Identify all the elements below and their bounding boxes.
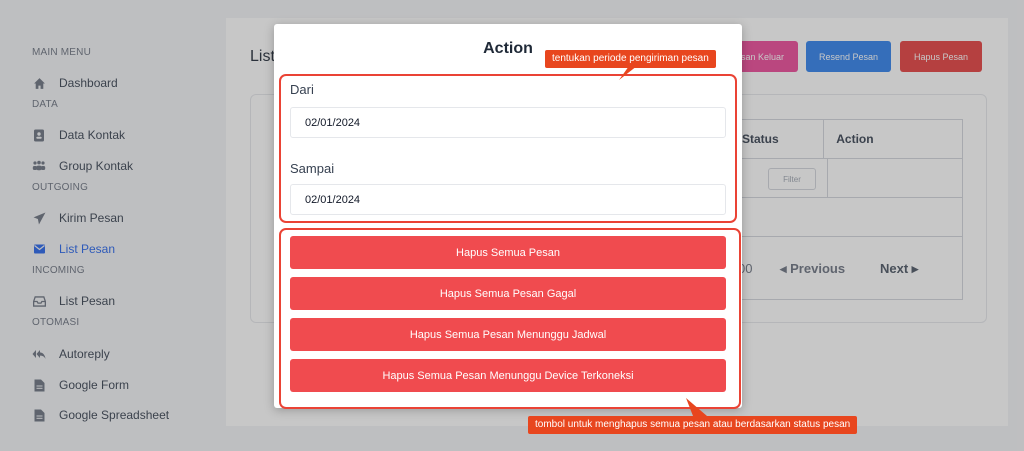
app-page: MAIN MENU Dashboard DATA Data Kontak Gro… <box>0 0 1024 451</box>
period-note-label: tentukan periode pengiriman pesan <box>545 50 716 68</box>
delete-note-label: tombol untuk menghapus semua pesan atau … <box>528 416 858 434</box>
period-highlight-box <box>279 74 737 223</box>
delete-buttons-highlight-box <box>279 228 741 409</box>
